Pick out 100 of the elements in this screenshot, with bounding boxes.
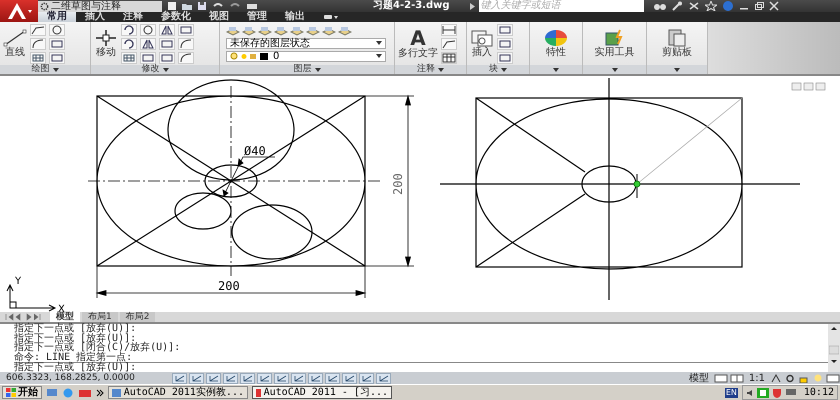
panel-title[interactable] [530, 65, 582, 74]
monitor-icon[interactable] [784, 388, 797, 398]
layout-view-icon[interactable] [730, 374, 744, 382]
panel-title[interactable]: 绘图 [0, 65, 90, 74]
rect-tool-button[interactable] [159, 38, 175, 50]
layer-tool-icon[interactable] [274, 26, 288, 36]
caret-icon[interactable] [52, 68, 58, 72]
caret-icon[interactable] [501, 68, 507, 72]
annotation-scale-button[interactable]: 1:1 [746, 372, 768, 384]
hatch-tool-button[interactable] [30, 52, 46, 64]
rect-tool-button[interactable] [178, 24, 194, 36]
network-icon[interactable] [756, 388, 769, 398]
rect-tool-button[interactable] [497, 38, 513, 50]
drafting-toggle-button[interactable] [308, 372, 323, 384]
ribbon-button[interactable]: 特性 [544, 29, 568, 58]
circle-tool-button[interactable] [140, 24, 156, 36]
panel-title[interactable]: 修改 [91, 65, 219, 74]
circle-tool-button[interactable] [49, 24, 65, 36]
ribbon-button[interactable]: A 多行文字 [398, 28, 438, 59]
model-space-button[interactable]: 模型 [686, 372, 712, 384]
layer-tool-icon[interactable] [226, 26, 240, 36]
dim-tool-button[interactable] [441, 24, 457, 36]
ribbon-tab[interactable]: 管理 [238, 12, 276, 22]
ribbon-button[interactable]: 插入 [470, 29, 494, 58]
caret-icon[interactable] [553, 68, 559, 72]
drafting-toggle-button[interactable] [172, 372, 187, 384]
rect-tool-button[interactable] [497, 24, 513, 36]
drafting-toggle-button[interactable] [359, 372, 374, 384]
ribbon-button[interactable]: 移动 [94, 29, 118, 58]
rect-tool-button[interactable] [497, 52, 513, 64]
ribbon-button[interactable]: 直线 [3, 29, 27, 58]
drafting-toggle-button[interactable] [206, 372, 221, 384]
caret-icon[interactable] [438, 68, 444, 72]
layer-state-dropdown[interactable]: 未保存的图层状态 [226, 38, 386, 48]
layout-tab[interactable]: 布局1 [82, 312, 118, 322]
mirror-tool-button[interactable] [159, 24, 175, 36]
rotate-tool-button[interactable] [121, 38, 137, 50]
caret-icon[interactable] [674, 68, 680, 72]
table-tool-button[interactable] [441, 52, 457, 64]
ribbon-tab[interactable]: 常用 [38, 12, 76, 22]
caret-icon[interactable] [376, 54, 382, 58]
expand-arrow-icon[interactable] [470, 2, 475, 10]
layout-view-icon[interactable] [714, 374, 728, 382]
ribbon-tab[interactable]: 参数化 [152, 12, 200, 22]
drafting-toggle-button[interactable] [257, 372, 272, 384]
panel-title[interactable]: 块 [467, 65, 529, 74]
language-indicator[interactable]: EN [724, 388, 738, 398]
panel-title[interactable] [647, 65, 707, 74]
drafting-toggle-button[interactable] [291, 372, 306, 384]
close-icon[interactable] [768, 1, 779, 11]
polyline-tool-button[interactable] [441, 38, 457, 50]
drafting-toggle-button[interactable] [274, 372, 289, 384]
drafting-toggle-button[interactable] [325, 372, 340, 384]
arc-tool-button[interactable] [178, 38, 194, 50]
ribbon-tab[interactable]: 视图 [200, 12, 238, 22]
drafting-toggle-button[interactable] [240, 372, 255, 384]
panel-title[interactable]: 注释 [395, 65, 466, 74]
drafting-toggle-button[interactable] [342, 372, 357, 384]
restore-icon[interactable] [754, 1, 764, 11]
caret-icon[interactable] [612, 68, 618, 72]
arc-tool-button[interactable] [178, 52, 194, 64]
caret-icon[interactable] [162, 68, 168, 72]
vertical-scrollbar[interactable] [828, 324, 840, 372]
ribbon-tab[interactable]: 输出 [276, 12, 314, 22]
layout-tab[interactable]: 模型 [50, 312, 80, 322]
layout-tab[interactable]: 布局2 [120, 312, 156, 322]
star-icon[interactable] [704, 1, 717, 11]
more-icon[interactable] [96, 388, 104, 396]
taskbar-window-button[interactable]: AutoCAD 2011实例教... [108, 386, 248, 399]
caret-icon[interactable] [376, 41, 382, 45]
new-file-icon[interactable] [166, 1, 178, 11]
speaker-icon[interactable] [746, 388, 754, 396]
rect-tool-button[interactable] [49, 52, 65, 64]
save-icon[interactable] [196, 1, 208, 11]
hatch-tool-button[interactable] [121, 52, 137, 64]
window-icon[interactable] [826, 374, 840, 382]
print-icon[interactable] [245, 1, 259, 11]
rect-tool-button[interactable] [140, 52, 156, 64]
start-button[interactable]: 开始 [2, 386, 42, 399]
layer-tool-icon[interactable] [258, 26, 272, 36]
layer-dropdown[interactable]: 0 [226, 50, 386, 62]
layer-tool-icon[interactable] [290, 26, 304, 36]
drafting-toggle-button[interactable] [223, 372, 238, 384]
workspace-dropdown[interactable]: 二维草图与注释 [38, 0, 162, 12]
ribbon-button[interactable]: 实用工具 [594, 29, 634, 58]
help-icon[interactable] [722, 1, 734, 11]
polyline-tool-button[interactable] [30, 24, 46, 36]
mirror-tool-button[interactable] [140, 38, 156, 50]
drafting-toggle-button[interactable] [189, 372, 204, 384]
shield-icon[interactable] [772, 388, 782, 398]
layer-tool-icon[interactable] [242, 26, 256, 36]
binoculars-icon[interactable] [654, 1, 666, 11]
panel-options-icon[interactable] [324, 14, 338, 20]
taskbar-window-button[interactable]: AutoCAD 2011 - [习... [252, 386, 392, 399]
application-menu-button[interactable] [0, 0, 38, 22]
ribbon-button[interactable]: 剪贴板 [662, 29, 692, 58]
rotate-tool-button[interactable] [121, 24, 137, 36]
caret-icon[interactable] [314, 68, 320, 72]
layer-tool-icon[interactable] [338, 26, 352, 36]
rect-tool-button[interactable] [49, 38, 65, 50]
